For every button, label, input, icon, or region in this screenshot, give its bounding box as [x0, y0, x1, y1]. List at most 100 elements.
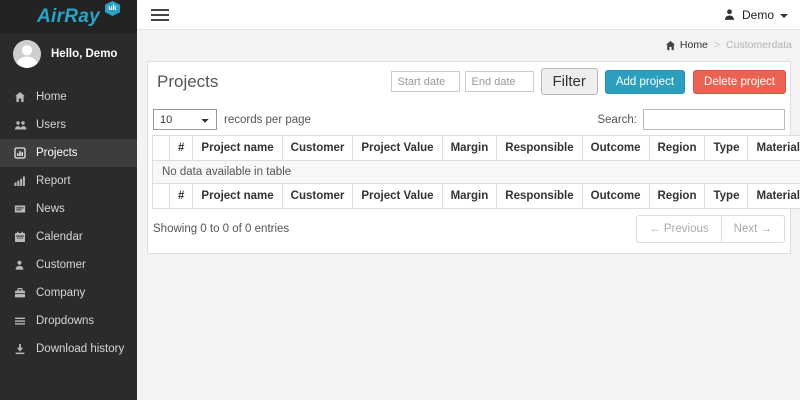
logo[interactable]: AirRay uk	[0, 0, 137, 33]
sidebar-item-label: Company	[36, 287, 85, 299]
sidebar-menu: Home Users Projects Report News Calendar…	[0, 83, 137, 363]
users-icon	[14, 119, 27, 131]
sidebar-item-label: Dropdowns	[36, 315, 94, 327]
sidebar-item-customer[interactable]: Customer	[0, 251, 137, 279]
sidebar-user-area: Hello, Demo	[0, 33, 137, 75]
home-icon	[14, 91, 27, 103]
main-content: Home > Customerdata Projects Filter Add …	[137, 30, 800, 400]
sidebar: AirRay uk Hello, Demo Home Users Project…	[0, 0, 137, 400]
table-footer-row: # Project name Customer Project Value Ma…	[153, 184, 800, 209]
end-date-input[interactable]	[465, 71, 534, 92]
user-icon	[723, 8, 736, 21]
empty-table-row: No data available in table	[153, 161, 800, 184]
breadcrumb: Home > Customerdata	[137, 30, 800, 58]
footer-cell-blank	[153, 184, 170, 209]
breadcrumb-home[interactable]: Home	[665, 39, 708, 51]
customer-icon	[14, 259, 27, 271]
panel-header: Projects Filter Add project Delete proje…	[151, 68, 787, 95]
sidebar-item-dropdowns[interactable]: Dropdowns	[0, 307, 137, 335]
filter-toolbar: Filter Add project Delete project	[391, 68, 787, 95]
sidebar-item-label: Home	[36, 91, 67, 103]
header-cell[interactable]: Project name	[193, 136, 282, 161]
header-cell-blank	[153, 136, 170, 161]
page-title: Projects	[157, 72, 218, 92]
header-cell[interactable]: Margin	[442, 136, 497, 161]
search-control: Search:	[597, 109, 785, 130]
showing-entries-text: Showing 0 to 0 of 0 entries	[153, 223, 289, 235]
sidebar-item-report[interactable]: Report	[0, 167, 137, 195]
header-cell[interactable]: Outcome	[582, 136, 649, 161]
breadcrumb-separator: >	[714, 39, 720, 51]
footer-cell: Margin	[442, 184, 497, 209]
footer-cell: Project Value	[353, 184, 442, 209]
page-size-control: 10 records per page	[153, 109, 311, 130]
table-header-row: # Project name Customer Project Value Ma…	[153, 136, 800, 161]
chevron-down-icon	[780, 14, 788, 18]
table-footer-bar: Showing 0 to 0 of 0 entries ← Previous N…	[153, 215, 785, 243]
sidebar-item-users[interactable]: Users	[0, 111, 137, 139]
previous-page-button[interactable]: ← Previous	[636, 215, 721, 243]
add-project-button[interactable]: Add project	[605, 70, 685, 94]
header-cell[interactable]: Region	[649, 136, 705, 161]
footer-cell: Responsible	[497, 184, 582, 209]
greeting-text: Hello, Demo	[51, 48, 117, 60]
footer-cell: #	[170, 184, 193, 209]
start-date-input[interactable]	[391, 71, 460, 92]
delete-project-button[interactable]: Delete project	[693, 70, 786, 94]
sidebar-item-news[interactable]: News	[0, 195, 137, 223]
filter-button[interactable]: Filter	[541, 68, 598, 95]
projects-icon	[14, 147, 27, 159]
header-cell[interactable]: #	[170, 136, 193, 161]
footer-cell: Type	[705, 184, 748, 209]
dropdowns-icon	[14, 315, 27, 327]
search-label: Search:	[597, 114, 637, 126]
calendar-icon	[14, 231, 27, 243]
empty-table-message: No data available in table	[153, 161, 800, 184]
records-per-page-select[interactable]: 10	[153, 109, 217, 130]
header-cell[interactable]: Responsible	[497, 136, 582, 161]
sidebar-item-home[interactable]: Home	[0, 83, 137, 111]
user-dropdown[interactable]: Demo	[723, 8, 788, 22]
footer-cell: Material	[748, 184, 800, 209]
home-icon	[665, 40, 676, 51]
sidebar-item-label: Users	[36, 119, 66, 131]
next-page-button[interactable]: Next →	[722, 215, 785, 243]
report-icon	[14, 175, 27, 187]
search-input[interactable]	[643, 109, 785, 130]
header-cell[interactable]: Customer	[282, 136, 353, 161]
news-icon	[14, 203, 27, 215]
sidebar-item-calendar[interactable]: Calendar	[0, 223, 137, 251]
logo-text: AirRay	[37, 6, 100, 28]
topbar: Demo	[137, 0, 800, 30]
logo-uk-badge: uk	[105, 1, 120, 16]
sidebar-item-company[interactable]: Company	[0, 279, 137, 307]
hamburger-icon	[151, 9, 169, 21]
footer-cell: Outcome	[582, 184, 649, 209]
breadcrumb-home-label: Home	[680, 39, 708, 51]
avatar	[13, 40, 41, 68]
records-per-page-label: records per page	[224, 114, 311, 126]
user-label: Demo	[742, 8, 774, 22]
projects-panel: Projects Filter Add project Delete proje…	[147, 61, 791, 254]
sidebar-item-label: Projects	[36, 147, 78, 159]
header-cell[interactable]: Material	[748, 136, 800, 161]
header-cell[interactable]: Type	[705, 136, 748, 161]
sidebar-item-download-history[interactable]: Download history	[0, 335, 137, 363]
breadcrumb-current: Customerdata	[726, 39, 792, 51]
sidebar-item-label: Calendar	[36, 231, 83, 243]
download-icon	[14, 343, 27, 355]
company-icon	[14, 287, 27, 299]
footer-cell: Project name	[193, 184, 282, 209]
sidebar-item-label: Download history	[36, 343, 124, 355]
sidebar-item-label: Customer	[36, 259, 86, 271]
person-silhouette-icon	[13, 40, 41, 68]
sidebar-item-label: News	[36, 203, 65, 215]
footer-cell: Region	[649, 184, 705, 209]
menu-toggle[interactable]	[149, 3, 171, 27]
header-cell[interactable]: Project Value	[353, 136, 442, 161]
pagination: ← Previous Next →	[636, 215, 785, 243]
sidebar-item-label: Report	[36, 175, 71, 187]
footer-cell: Customer	[282, 184, 353, 209]
sidebar-item-projects[interactable]: Projects	[0, 139, 137, 167]
projects-table: # Project name Customer Project Value Ma…	[152, 135, 800, 209]
